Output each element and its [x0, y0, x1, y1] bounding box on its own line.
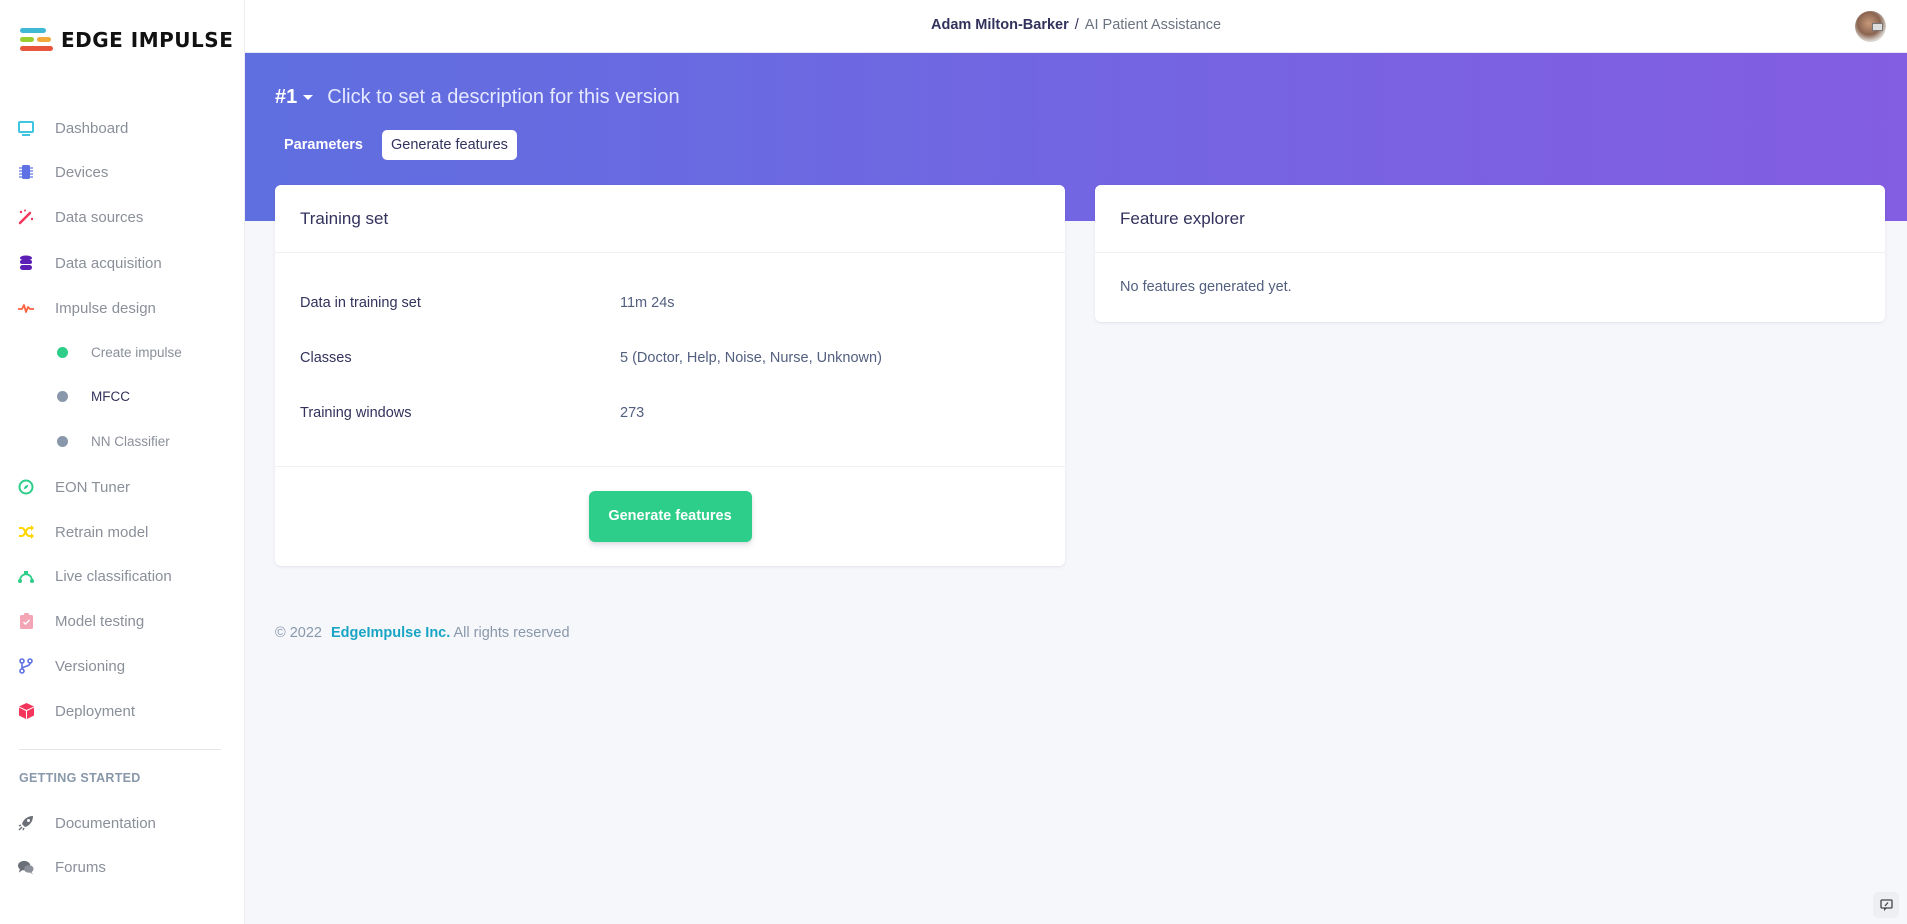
- sidebar-item-deployment[interactable]: Deployment: [0, 693, 245, 729]
- sidebar-item-label: Data sources: [55, 208, 144, 226]
- version-selector: #1 Click to set a description for this v…: [275, 86, 680, 109]
- sidebar-subitem-nn-classifier[interactable]: NN Classifier: [0, 423, 245, 459]
- copyright: © 2022: [275, 625, 322, 641]
- detail-key: Training windows: [300, 404, 412, 421]
- cube-icon: [18, 703, 34, 719]
- sidebar-subitem-create-impulse[interactable]: Create impulse: [0, 334, 245, 370]
- user-avatar[interactable]: [1855, 11, 1886, 42]
- feedback-button[interactable]: [1873, 892, 1899, 918]
- breadcrumb: Adam Milton-Barker / AI Patient Assistance: [245, 17, 1907, 33]
- sidebar-item-dashboard[interactable]: Dashboard: [0, 110, 245, 146]
- sidebar-subitem-mfcc[interactable]: MFCC: [0, 378, 245, 414]
- feature-explorer-card: Feature explorer No features generated y…: [1095, 185, 1885, 322]
- sidebar-item-forums[interactable]: Forums: [0, 849, 245, 885]
- company-link[interactable]: EdgeImpulse Inc.: [331, 625, 450, 641]
- sidebar-item-impulse-design[interactable]: Impulse design: [0, 290, 245, 326]
- sidebar-divider: [19, 749, 221, 750]
- code-branch-icon: [18, 658, 34, 674]
- rocket-icon: [18, 815, 34, 831]
- training-set-details: Data in training set 11m 24s Classes 5 (…: [275, 253, 1065, 467]
- version-number[interactable]: #1: [275, 86, 297, 109]
- sidebar-item-model-testing[interactable]: Model testing: [0, 603, 245, 639]
- detail-value: 5 (Doctor, Help, Noise, Nurse, Unknown): [620, 349, 882, 366]
- section-heading-getting-started: GETTING STARTED: [19, 771, 141, 785]
- sidebar-item-label: EON Tuner: [55, 478, 131, 496]
- detail-value: 11m 24s: [620, 294, 675, 311]
- feature-explorer-empty: No features generated yet.: [1120, 279, 1292, 295]
- sidebar-item-label: Versioning: [55, 657, 126, 675]
- status-dot-pending: [57, 435, 68, 447]
- caret-down-icon[interactable]: [303, 95, 314, 100]
- card-footer: Generate features: [275, 467, 1065, 565]
- brand-name: EDGE IMPULSE: [61, 28, 234, 52]
- sidebar-item-label: Forums: [55, 858, 106, 876]
- sidebar-item-label: MFCC: [91, 388, 130, 404]
- monitor-icon: [18, 120, 34, 136]
- sidebar-item-devices[interactable]: Devices: [0, 154, 245, 190]
- generate-features-button[interactable]: Generate features: [588, 490, 752, 542]
- bezier-icon: [18, 568, 34, 584]
- detail-row-data: Data in training set 11m 24s: [300, 275, 1040, 330]
- sidebar-item-label: Documentation: [55, 814, 156, 832]
- sidebar-item-label: Retrain model: [55, 523, 149, 541]
- detail-key: Classes: [300, 349, 352, 366]
- sidebar-item-label: Live classification: [55, 567, 172, 585]
- sidebar-item-data-acquisition[interactable]: Data acquisition: [0, 245, 245, 281]
- rights-text: All rights reserved: [453, 625, 570, 641]
- detail-key: Data in training set: [300, 294, 421, 311]
- breadcrumb-separator: /: [1074, 17, 1079, 33]
- sidebar-item-documentation[interactable]: Documentation: [0, 805, 245, 841]
- feedback-icon: [1879, 898, 1893, 911]
- training-set-card: Training set Data in training set 11m 24…: [275, 185, 1065, 566]
- card-title: Feature explorer: [1120, 208, 1245, 228]
- sidebar-item-label: Model testing: [55, 612, 145, 630]
- magic-wand-icon: [18, 209, 34, 225]
- database-icon: [18, 255, 34, 271]
- card-header: Feature explorer: [1095, 185, 1885, 253]
- status-dot-complete: [57, 346, 68, 358]
- detail-row-windows: Training windows 273: [300, 385, 1040, 440]
- version-description[interactable]: Click to set a description for this vers…: [327, 86, 679, 109]
- status-dot-pending: [57, 390, 68, 402]
- sidebar-item-label: Create impulse: [91, 344, 182, 360]
- sidebar-item-data-sources[interactable]: Data sources: [0, 199, 245, 235]
- sidebar-item-live-classification[interactable]: Live classification: [0, 558, 245, 594]
- edge-impulse-logo-icon: [20, 28, 53, 52]
- tabs: Parameters Generate features: [275, 130, 517, 160]
- pulse-icon: [18, 300, 34, 316]
- comments-icon: [18, 859, 34, 875]
- breadcrumb-project[interactable]: AI Patient Assistance: [1085, 17, 1221, 33]
- shuffle-icon: [18, 524, 34, 540]
- card-header: Training set: [275, 185, 1065, 253]
- sidebar: EDGE IMPULSE Dashboard Devices Data sour…: [0, 0, 245, 924]
- tab-parameters[interactable]: Parameters: [275, 130, 372, 160]
- footer: © 2022 EdgeImpulse Inc. All rights reser…: [275, 625, 570, 641]
- top-bar: Adam Milton-Barker / AI Patient Assistance: [245, 0, 1907, 53]
- sidebar-item-label: Impulse design: [55, 299, 156, 317]
- sidebar-item-label: Dashboard: [55, 119, 129, 137]
- logo[interactable]: EDGE IMPULSE: [20, 28, 233, 52]
- detail-row-classes: Classes 5 (Doctor, Help, Noise, Nurse, U…: [300, 330, 1040, 385]
- chip-icon: [18, 164, 34, 180]
- clipboard-check-icon: [18, 613, 34, 629]
- sidebar-item-label: NN Classifier: [91, 433, 170, 449]
- sidebar-item-label: Deployment: [55, 702, 136, 720]
- breadcrumb-owner[interactable]: Adam Milton-Barker: [931, 17, 1069, 33]
- sidebar-item-label: Data acquisition: [55, 254, 162, 272]
- compass-icon: [18, 479, 34, 495]
- sidebar-item-versioning[interactable]: Versioning: [0, 648, 245, 684]
- sidebar-item-retrain-model[interactable]: Retrain model: [0, 514, 245, 550]
- detail-value: 273: [620, 404, 645, 421]
- sidebar-item-eon-tuner[interactable]: EON Tuner: [0, 469, 245, 505]
- card-title: Training set: [300, 208, 389, 228]
- tab-generate-features[interactable]: Generate features: [382, 130, 517, 160]
- sidebar-item-label: Devices: [55, 163, 109, 181]
